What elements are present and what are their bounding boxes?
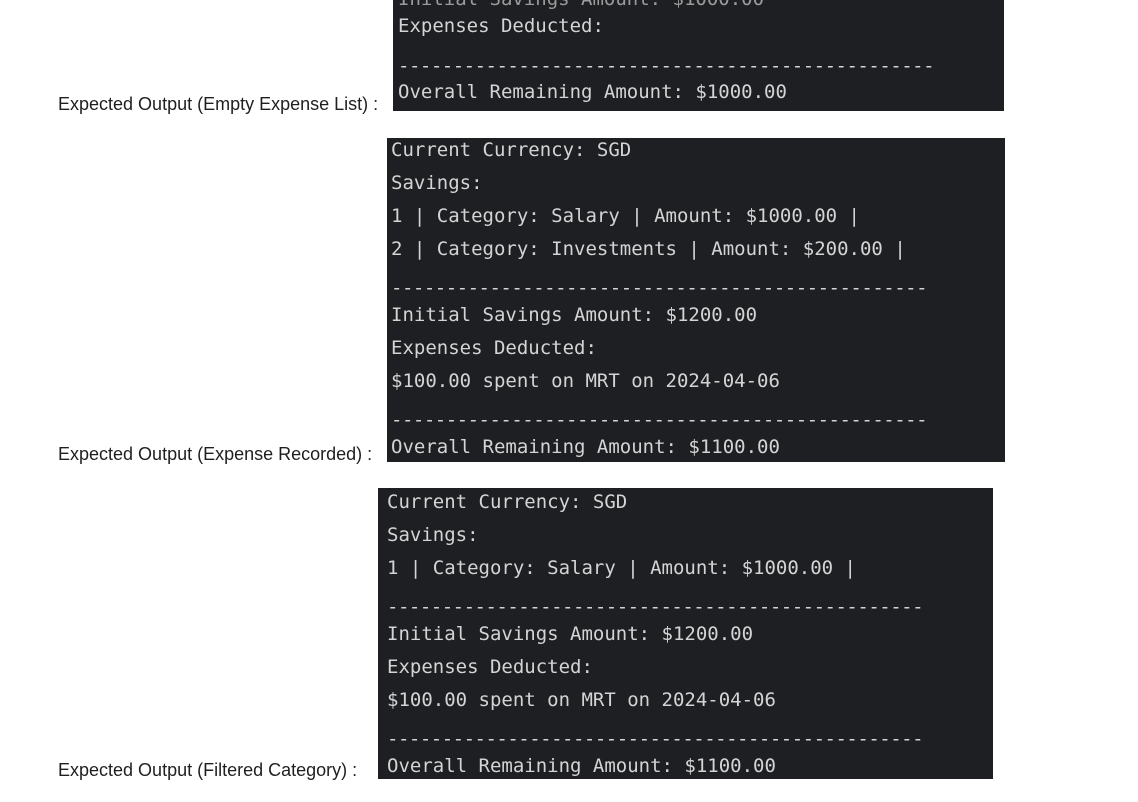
terminal-line-expenses-deducted: Expenses Deducted:	[391, 337, 597, 359]
caption-filtered-category: Expected Output (Filtered Category) :	[58, 760, 358, 780]
terminal-line-currency: Current Currency: SGD	[387, 491, 628, 513]
terminal-line-overall-remaining: Overall Remaining Amount: $1000.00	[398, 81, 787, 103]
terminal-line-currency: Current Currency: SGD	[391, 139, 632, 161]
terminal-output-expense-recorded: Current Currency: SGD Savings: 1 | Categ…	[387, 138, 1005, 462]
terminal-line-overall-remaining: Overall Remaining Amount: $1100.00	[391, 436, 780, 458]
terminal-line-savings-header: Savings:	[391, 172, 483, 194]
caption-expense-recorded: Expected Output (Expense Recorded) :	[58, 444, 373, 464]
terminal-line-expenses-deducted: Expenses Deducted:	[398, 15, 604, 37]
terminal-line-saving-2: 2 | Category: Investments | Amount: $200…	[391, 238, 906, 260]
terminal-output-empty-expense-list: Initial Savings Amount: $1000.00 Expense…	[393, 0, 1004, 111]
terminal-line-expense-1: $100.00 spent on MRT on 2024-04-06	[391, 370, 780, 392]
terminal-line-overall-remaining: Overall Remaining Amount: $1100.00	[387, 755, 776, 777]
terminal-line-initial-savings: Initial Savings Amount: $1200.00	[391, 304, 758, 326]
terminal-line-initial-savings: Initial Savings Amount: $1200.00	[387, 623, 754, 645]
terminal-line-savings-header: Savings:	[387, 524, 479, 546]
terminal-output-filtered-category: Current Currency: SGD Savings: 1 | Categ…	[378, 488, 993, 779]
terminal-line-saving-1: 1 | Category: Salary | Amount: $1000.00 …	[391, 205, 860, 227]
terminal-line-saving-1: 1 | Category: Salary | Amount: $1000.00 …	[387, 557, 856, 579]
terminal-line-expense-1: $100.00 spent on MRT on 2024-04-06	[387, 689, 776, 711]
caption-empty-expense-list: Expected Output (Empty Expense List) :	[58, 94, 379, 114]
terminal-line-expenses-deducted: Expenses Deducted:	[387, 656, 593, 678]
